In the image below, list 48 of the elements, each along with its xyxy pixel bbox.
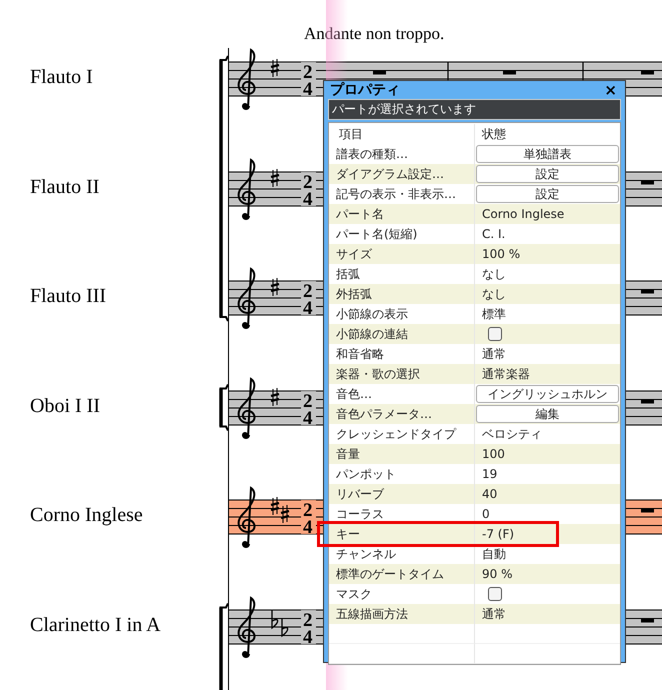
- property-button[interactable]: イングリッシュホルン: [476, 385, 619, 403]
- property-label: リバーブ: [329, 484, 475, 505]
- property-label: パート名(短縮): [329, 224, 475, 245]
- property-label: 楽器・歌の選択: [329, 364, 475, 385]
- property-label: キー: [329, 524, 475, 545]
- property-label: パンポット: [329, 464, 475, 485]
- property-label: ダイアグラム設定…: [329, 164, 475, 185]
- property-label: 小節線の連結: [329, 324, 475, 345]
- checkbox[interactable]: [488, 327, 502, 341]
- staff-name: Oboi I II: [29, 394, 100, 418]
- property-label: 音色…: [329, 384, 475, 405]
- property-label: パート名: [329, 204, 475, 225]
- property-label: サイズ: [329, 244, 475, 265]
- panel-title: プロパティ: [329, 81, 400, 99]
- staff-name: Flauto I: [29, 66, 93, 89]
- property-value: 40: [475, 484, 620, 505]
- property-value: 通常楽器: [475, 364, 620, 385]
- property-label: 和音省略: [329, 344, 475, 365]
- property-value: 90 %: [475, 564, 620, 585]
- property-label: 音色パラメータ…: [329, 404, 475, 425]
- property-label: 外括弧: [329, 284, 475, 305]
- status-bar: パートが選択されています: [328, 99, 621, 120]
- property-label: 標準のゲートタイム: [329, 564, 475, 585]
- property-value: 通常: [475, 604, 620, 625]
- property-label: 譜表の種類…: [329, 144, 475, 165]
- property-label: 五線描画方法: [329, 604, 475, 625]
- property-button[interactable]: 設定: [476, 185, 619, 203]
- property-button[interactable]: 編集: [476, 405, 619, 423]
- property-value: 100 %: [475, 244, 620, 265]
- staff-name: Flauto III: [29, 285, 106, 308]
- property-value: なし: [475, 284, 620, 305]
- property-value: 100: [475, 444, 620, 465]
- property-label: 音量: [329, 444, 475, 465]
- property-value: -7 (F): [475, 524, 620, 545]
- staff-name: Clarinetto I in A: [29, 614, 161, 636]
- property-label: クレッシェンドタイプ: [329, 424, 475, 445]
- staff-name: Flauto II: [29, 176, 100, 198]
- checkbox[interactable]: [488, 587, 502, 601]
- tempo-marking: Andante non troppo.: [304, 24, 444, 43]
- property-label: 括弧: [329, 264, 475, 285]
- property-button[interactable]: 設定: [476, 165, 619, 183]
- staff-name: Corno Inglese: [29, 504, 143, 527]
- property-label: 小節線の表示: [329, 304, 475, 325]
- property-label: マスク: [329, 584, 475, 605]
- property-value: Corno Inglese: [475, 204, 620, 225]
- property-label: 記号の表示・非表示…: [329, 184, 475, 205]
- close-button[interactable]: ×: [600, 81, 621, 99]
- property-button[interactable]: 単独譜表: [476, 145, 619, 163]
